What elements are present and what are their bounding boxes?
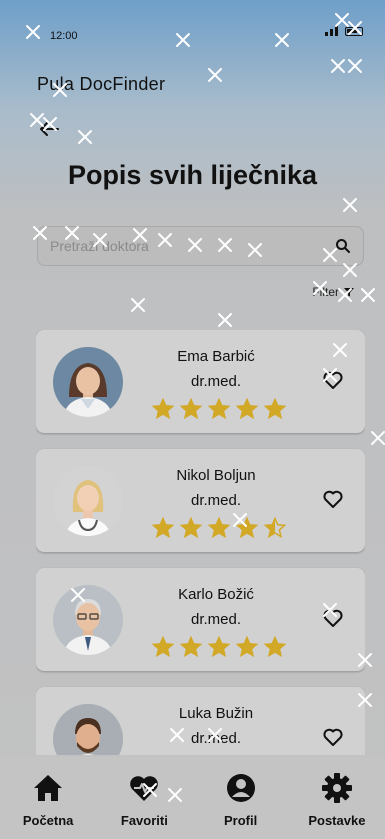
- filter-label: Filter: [312, 285, 339, 299]
- doctor-list: Ema Barbić dr.med. Nikol Boljun dr.med.: [36, 330, 365, 755]
- star-full-icon: [264, 398, 286, 420]
- star-full-icon: [236, 398, 258, 420]
- doctor-card[interactable]: Ema Barbić dr.med.: [36, 330, 365, 433]
- search-box: [37, 226, 364, 266]
- back-arrow-icon: [40, 122, 59, 136]
- overlay-x-mark-icon: [331, 59, 345, 73]
- filter-icon: [344, 288, 354, 297]
- rating-stars: [152, 398, 286, 420]
- status-bar: 12:00: [0, 0, 385, 60]
- doctor-card[interactable]: Karlo Božić dr.med.: [36, 568, 365, 671]
- rating-stars: [152, 636, 286, 658]
- overlay-x-mark-icon: [131, 298, 145, 312]
- star-full-icon: [208, 517, 230, 539]
- doctor-title: dr.med.: [190, 730, 242, 747]
- home-icon: [34, 775, 63, 801]
- overlay-x-mark-icon: [78, 130, 92, 144]
- user-circle-icon: [226, 774, 255, 802]
- star-full-icon: [236, 636, 258, 658]
- heart-icon[interactable]: [321, 368, 345, 392]
- nav-item-profile[interactable]: Profil: [196, 771, 286, 839]
- star-full-icon: [236, 517, 258, 539]
- heart-icon[interactable]: [321, 606, 345, 630]
- status-time: 12:00: [50, 30, 78, 42]
- page-title: Popis svih liječnika: [67, 160, 318, 190]
- doctor-avatar: [53, 466, 123, 536]
- star-half-icon: [264, 517, 286, 539]
- nav-item-home[interactable]: Početna: [3, 771, 93, 839]
- back-button[interactable]: [36, 118, 62, 140]
- doctor-title: dr.med.: [190, 373, 242, 390]
- heart-icon[interactable]: [321, 487, 345, 511]
- star-full-icon: [152, 398, 174, 420]
- nav-item-settings[interactable]: Postavke: [292, 771, 382, 839]
- star-full-icon: [180, 517, 202, 539]
- overlay-x-mark-icon: [361, 288, 375, 302]
- overlay-x-mark-icon: [371, 431, 385, 445]
- star-full-icon: [264, 636, 286, 658]
- star-full-icon: [180, 398, 202, 420]
- doctor-title: dr.med.: [190, 492, 242, 509]
- battery-icon: [345, 27, 363, 36]
- doctor-card[interactable]: Luka Bužin dr.med.: [36, 687, 365, 755]
- rating-stars: [152, 517, 286, 539]
- status-icons: [325, 26, 363, 36]
- heart-icon[interactable]: [321, 725, 345, 749]
- doctor-avatar: [53, 704, 123, 755]
- doctor-name: Karlo Božić: [178, 586, 254, 603]
- doctor-name: Luka Bužin: [178, 705, 254, 722]
- star-full-icon: [208, 398, 230, 420]
- nav-item-favorites[interactable]: Favoriti: [99, 771, 189, 839]
- doctor-title: dr.med.: [190, 611, 242, 628]
- star-full-icon: [180, 636, 202, 658]
- star-full-icon: [208, 636, 230, 658]
- overlay-x-mark-icon: [348, 59, 362, 73]
- gear-icon: [321, 773, 352, 803]
- filter-button[interactable]: Filter: [312, 285, 355, 299]
- overlay-x-mark-icon: [218, 313, 232, 327]
- search-icon[interactable]: [335, 238, 351, 254]
- nav-label: Početna: [22, 813, 74, 828]
- overlay-x-mark-icon: [343, 198, 357, 212]
- heart-icon: [130, 776, 159, 801]
- doctor-name: Nikol Boljun: [176, 467, 256, 484]
- star-full-icon: [152, 636, 174, 658]
- doctor-name: Ema Barbić: [177, 348, 255, 365]
- doctor-avatar: [53, 347, 123, 417]
- signal-icon: [325, 26, 338, 36]
- search-input[interactable]: [50, 238, 335, 254]
- nav-label: Postavke: [308, 813, 366, 828]
- doctor-card[interactable]: Nikol Boljun dr.med.: [36, 449, 365, 552]
- doctor-avatar: [53, 585, 123, 655]
- nav-label: Profil: [224, 813, 258, 828]
- overlay-x-mark-icon: [208, 68, 222, 82]
- app-title: Pula DocFinder: [37, 74, 166, 94]
- nav-label: Favoriti: [120, 813, 168, 828]
- bottom-nav: Početna Favoriti Profil Postavke: [0, 757, 385, 839]
- star-full-icon: [152, 517, 174, 539]
